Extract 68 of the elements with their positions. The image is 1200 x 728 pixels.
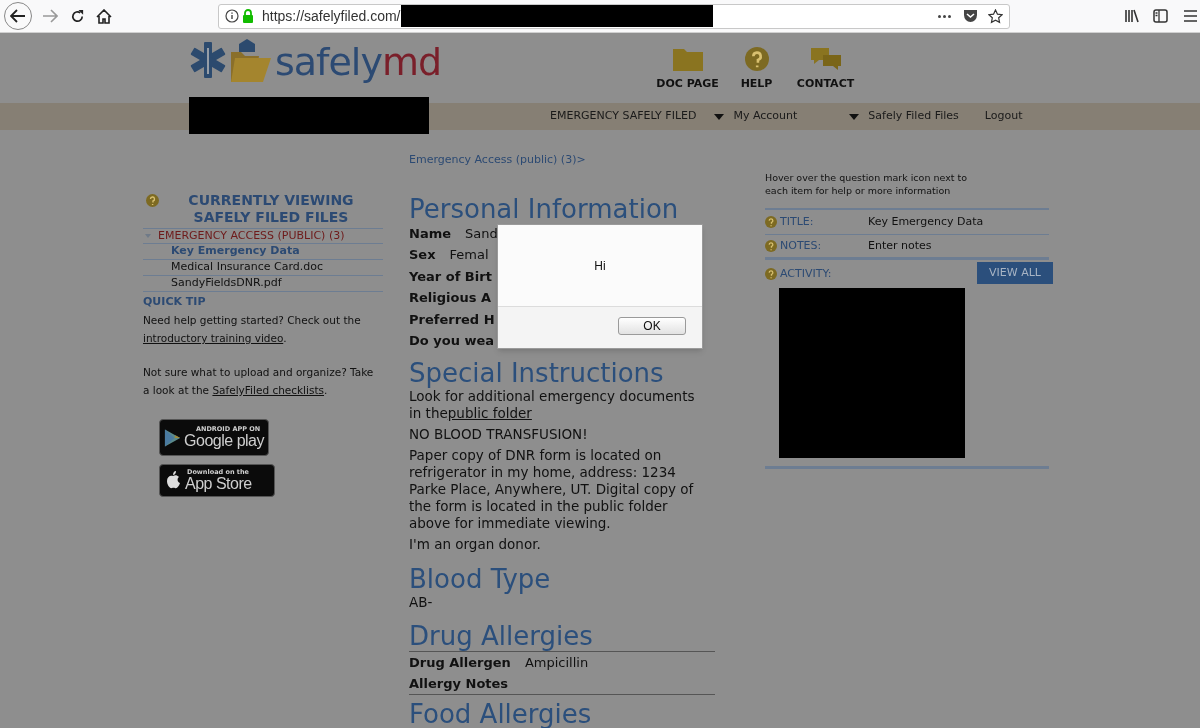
field-label: Religious A xyxy=(409,289,491,307)
file-link[interactable]: SandyFieldsDNR.pdf xyxy=(171,275,282,292)
star-icon[interactable] xyxy=(988,8,1003,24)
field-label: Sex xyxy=(409,246,436,264)
folder-link[interactable]: public folder xyxy=(447,404,532,421)
field-label: Do you wea xyxy=(409,332,495,350)
field-label: Preferred H xyxy=(409,310,495,329)
help-icon[interactable] xyxy=(765,268,777,281)
play-icon xyxy=(164,427,182,448)
help-icon[interactable] xyxy=(744,47,769,71)
section-heading: Personal Information xyxy=(409,194,680,224)
paragraph-text: NO BLOOD TRANSFUSION! xyxy=(409,425,589,443)
folder-link[interactable]: EMERGENCY ACCESS (PUBLIC) (3) xyxy=(158,227,345,245)
menu-link[interactable]: My Account xyxy=(733,108,798,125)
nav-link[interactable]: HELP xyxy=(740,76,773,93)
help-icon[interactable] xyxy=(765,216,777,228)
reload-icon[interactable] xyxy=(70,8,85,24)
blood-type-value: AB- xyxy=(409,593,434,610)
menu-link[interactable]: Safely Filed Files xyxy=(868,108,959,125)
tip-link[interactable]: SafelyFiled checklists xyxy=(212,384,324,396)
lock-icon xyxy=(242,9,254,23)
paragraph-text: I'm an organ donor. xyxy=(409,535,542,553)
menu-link[interactable]: EMERGENCY SAFELY FILED xyxy=(550,108,697,125)
tip-text: Not sure what to upload and organize? Take a look at the SafelyFiled checklists. xyxy=(143,365,375,398)
field-label: Year of Birt xyxy=(409,267,492,286)
ok-button[interactable]: OK xyxy=(618,317,686,335)
field-label: Name xyxy=(409,224,451,243)
shield-icon[interactable] xyxy=(963,9,978,23)
field-label: TITLE: xyxy=(780,213,814,230)
paragraph-text: Paper copy of DNR form is located on refrigerator in my home, address: 1234 Parke Place, Anywhere, UT. Digital copy of the form is located in the public folder above for immediate viewing. xyxy=(409,446,695,532)
apple-icon xyxy=(164,470,182,491)
view-all-button[interactable]: VIEW ALL xyxy=(977,262,1053,284)
section-heading: Drug Allergies xyxy=(409,621,715,652)
nav-link[interactable]: DOC PAGE xyxy=(656,76,719,93)
field-label: Drug Allergen xyxy=(409,653,511,672)
sidebar-title: CURRENTLY VIEWING SAFELY FILED FILES xyxy=(187,192,355,226)
field-value: Sand xyxy=(465,224,498,243)
field-label: NOTES: xyxy=(780,237,822,254)
library-icon[interactable] xyxy=(1124,9,1140,23)
field-value: Femal xyxy=(449,246,489,264)
address-bar[interactable]: https://safelyfiled.com/ xyxy=(218,3,1010,29)
sidebar-icon[interactable] xyxy=(1153,9,1168,23)
forward-arrow-icon[interactable] xyxy=(42,9,58,23)
back-arrow-icon xyxy=(10,9,26,23)
info-icon[interactable] xyxy=(225,9,239,23)
field-value: Enter notes xyxy=(868,237,932,254)
dialog-message: Hi xyxy=(594,258,606,275)
paragraph-text: Look for additional emergency documents in thepublic folder xyxy=(409,387,696,422)
section-heading: Special Instructions xyxy=(409,358,665,388)
logo-text: safelymd xyxy=(275,43,442,81)
section-title: QUICK TIP xyxy=(143,294,207,310)
menu-icon[interactable] xyxy=(1184,10,1197,22)
help-icon[interactable] xyxy=(765,240,777,252)
help-hint-text: Hover over the question mark icon next to each item for help or more information xyxy=(765,171,969,197)
tip-text: Need help getting started? Check out the introductory training video. xyxy=(143,313,362,346)
file-link[interactable]: Medical Insurance Card.doc xyxy=(171,259,324,276)
section-heading: Food Allergies xyxy=(409,699,593,728)
menu-link[interactable]: Logout xyxy=(984,108,1023,125)
url-text: https://safelyfiled.com/ xyxy=(262,6,401,26)
nav-link[interactable]: CONTACT xyxy=(796,76,855,93)
more-icon[interactable] xyxy=(938,14,951,18)
field-label: Allergy Notes xyxy=(409,675,509,693)
home-icon[interactable] xyxy=(96,8,112,24)
field-label: ACTIVITY: xyxy=(780,266,832,282)
field-value: Key Emergency Data xyxy=(868,213,984,230)
help-icon[interactable] xyxy=(146,194,159,207)
section-heading: Blood Type xyxy=(409,564,552,594)
field-value: Ampicillin xyxy=(524,653,589,672)
